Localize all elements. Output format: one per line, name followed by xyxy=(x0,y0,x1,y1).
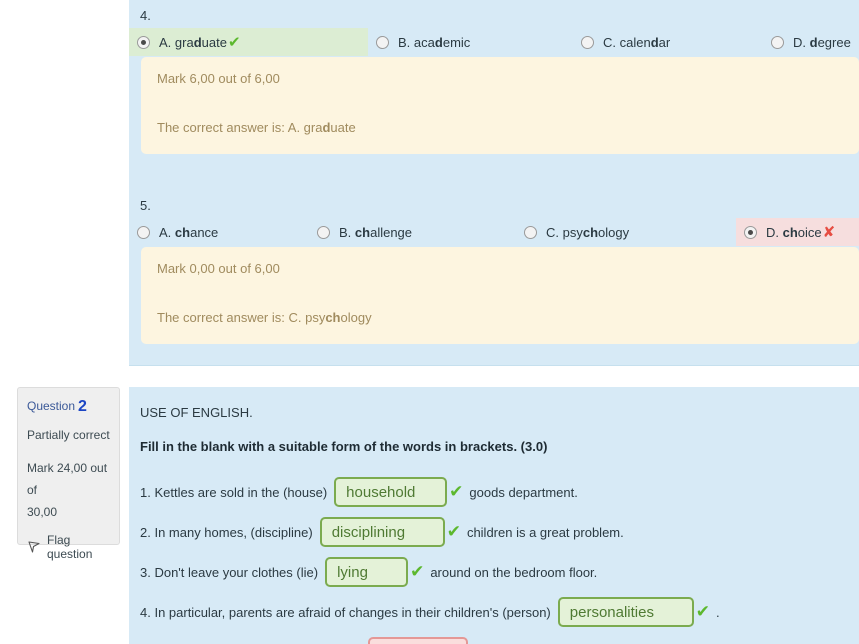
answer-input-3[interactable] xyxy=(325,557,409,587)
fill-line-prefix: 2. In many homes, (discipline) xyxy=(140,524,313,540)
radio-icon[interactable] xyxy=(524,225,537,239)
option-label: D. degree xyxy=(793,34,851,50)
option-label: A. graduate xyxy=(159,34,227,50)
question-2-prompt: Fill in the blank with a suitable form o… xyxy=(140,439,548,454)
radio-icon[interactable] xyxy=(376,35,389,49)
correct-check-icon: ✔ xyxy=(446,521,461,542)
item-number-4: 4. xyxy=(140,8,151,23)
item-number-5: 5. xyxy=(140,198,151,213)
option-label: D. choice xyxy=(766,224,822,240)
option-5-c[interactable]: C. psychology xyxy=(516,218,736,246)
question-2-block: Question 2 Partially correct Mark 24,00 o… xyxy=(0,387,859,644)
question-mark: Mark 24,00 out of 30,00 xyxy=(27,461,108,519)
option-label: A. chance xyxy=(159,224,219,240)
radio-icon[interactable] xyxy=(137,225,150,239)
feedback-mark: Mark 6,00 out of 6,00 xyxy=(157,71,280,86)
fill-line-prefix: 3. Don't leave your clothes (lie) xyxy=(140,564,319,580)
option-row-5: A. chance B. challenge C. psychology D. … xyxy=(129,218,859,246)
option-4-a[interactable]: A. graduate ✔ xyxy=(129,28,368,56)
answer-input-5[interactable] xyxy=(368,637,469,644)
feedback-correct-answer: The correct answer is: A. graduate xyxy=(157,120,356,135)
fill-line-5: 5. He never takes his parents' (advise) … xyxy=(140,632,859,644)
question-2-info-box: Question 2 Partially correct Mark 24,00 o… xyxy=(17,387,120,561)
fill-line-3: 3. Don't leave your clothes (lie) ✔ arou… xyxy=(140,552,859,592)
feedback-mark: Mark 0,00 out of 6,00 xyxy=(157,261,280,276)
option-4-d[interactable]: D. degree xyxy=(763,28,859,56)
flag-icon xyxy=(27,540,41,554)
fill-line-suffix: children is a great problem. xyxy=(466,524,624,540)
option-5-b[interactable]: B. challenge xyxy=(309,218,516,246)
radio-icon[interactable] xyxy=(317,225,330,239)
option-5-a[interactable]: A. chance xyxy=(129,218,309,246)
incorrect-cross-icon: ✘ xyxy=(822,222,836,241)
question-2-intro: USE OF ENGLISH. xyxy=(140,405,253,420)
fill-line-4: 4. In particular, parents are afraid of … xyxy=(140,592,859,632)
fill-line-2: 2. In many homes, (discipline) ✔ childre… xyxy=(140,512,859,552)
correct-check-icon: ✔ xyxy=(695,601,711,622)
question-2-content-panel: USE OF ENGLISH. Fill in the blank with a… xyxy=(129,387,859,644)
flag-question-label: Flag question xyxy=(47,533,93,561)
option-label: B. challenge xyxy=(339,224,413,240)
option-label: B. academic xyxy=(398,34,471,50)
radio-icon[interactable] xyxy=(771,35,784,49)
question-state: Partially correct xyxy=(27,428,110,442)
fill-line-suffix: . xyxy=(716,604,720,620)
option-4-c[interactable]: C. calendar xyxy=(573,28,763,56)
option-row-4: A. graduate ✔ B. academic C. calendar D.… xyxy=(129,28,859,56)
feedback-box-5: Mark 0,00 out of 6,00 The correct answer… xyxy=(141,247,859,344)
correct-check-icon: ✔ xyxy=(449,481,464,502)
fill-line-prefix: 4. In particular, parents are afraid of … xyxy=(140,604,551,620)
fill-line-1: 1. Kettles are sold in the (house) ✔ goo… xyxy=(140,472,859,512)
question-number-heading: Question 2 xyxy=(27,398,87,415)
fill-line-suffix: goods department. xyxy=(469,484,578,500)
answer-input-1[interactable] xyxy=(334,477,448,507)
fill-line-prefix: 1. Kettles are sold in the (house) xyxy=(140,484,328,500)
flag-question-button[interactable]: Flag question xyxy=(27,533,110,561)
option-5-d[interactable]: D. choice ✘ xyxy=(736,218,859,246)
correct-check-icon: ✔ xyxy=(410,561,425,582)
quiz-review-page: 4. A. graduate ✔ B. academic C. calendar… xyxy=(0,0,859,644)
option-label: C. psychology xyxy=(546,224,630,240)
answer-input-4[interactable] xyxy=(557,597,694,627)
radio-icon[interactable] xyxy=(581,35,594,49)
option-4-b[interactable]: B. academic xyxy=(368,28,568,56)
option-label: C. calendar xyxy=(603,34,671,50)
question-1-content-panel: 4. A. graduate ✔ B. academic C. calendar… xyxy=(129,0,859,366)
correct-check-icon: ✔ xyxy=(227,32,241,51)
radio-icon[interactable] xyxy=(744,225,757,239)
feedback-box-4: Mark 6,00 out of 6,00 The correct answer… xyxy=(141,57,859,154)
fill-line-suffix: around on the bedroom floor. xyxy=(430,564,598,580)
radio-icon[interactable] xyxy=(137,35,150,49)
feedback-correct-answer: The correct answer is: C. psychology xyxy=(157,310,372,325)
answer-input-2[interactable] xyxy=(319,517,445,547)
